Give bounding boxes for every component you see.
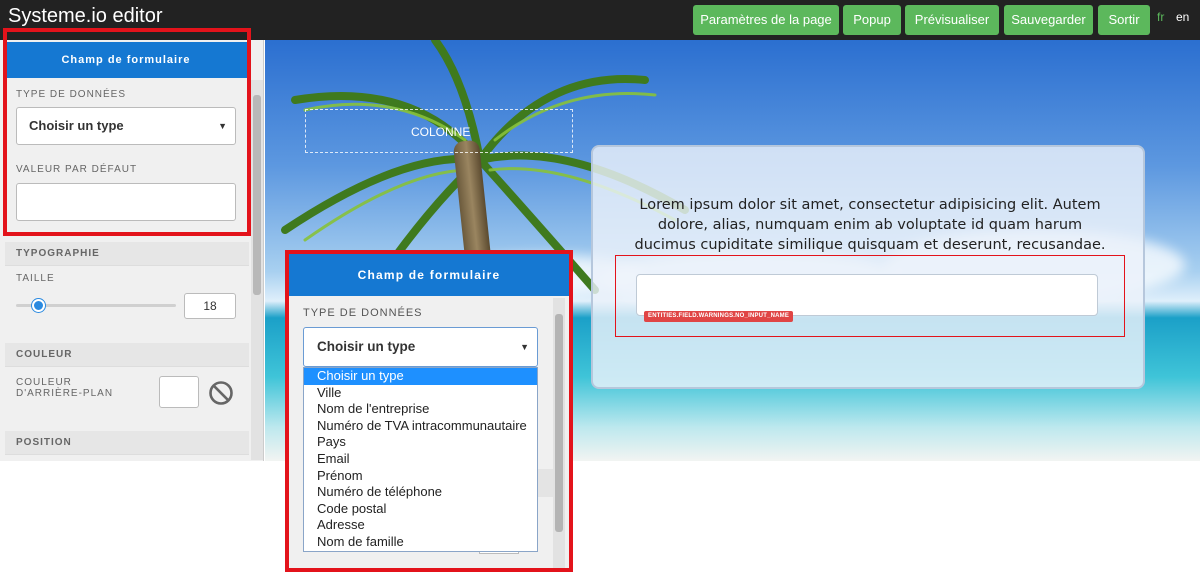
size-label: TAILLE bbox=[16, 273, 55, 284]
size-slider-handle[interactable] bbox=[32, 299, 45, 312]
no-color-icon[interactable] bbox=[208, 380, 234, 406]
lang-fr-link[interactable]: fr bbox=[1157, 10, 1164, 24]
save-button[interactable]: Sauvegarder bbox=[1004, 5, 1093, 35]
field-warning-badge: ENTITIES.FIELD.WARNINGS.NO_INPUT_NAME bbox=[644, 311, 794, 322]
page-settings-button[interactable]: Paramètres de la page bbox=[693, 5, 839, 35]
lang-en-link[interactable]: en bbox=[1176, 10, 1189, 24]
color-section[interactable]: COULEUR bbox=[5, 343, 249, 367]
form-field-highlight: ENTITIES.FIELD.WARNINGS.NO_INPUT_NAME bbox=[615, 255, 1125, 337]
highlight-frame-zoom bbox=[285, 250, 573, 572]
bg-color-swatch[interactable] bbox=[159, 376, 199, 408]
bg-color-label-line2: D'ARRIÈRE-PLAN bbox=[16, 388, 114, 399]
app-title: Systeme.io editor bbox=[8, 5, 163, 27]
column-placeholder[interactable]: COLONNE bbox=[305, 109, 573, 153]
exit-button[interactable]: Sortir bbox=[1098, 5, 1150, 35]
typography-section[interactable]: TYPOGRAPHIE bbox=[5, 242, 249, 266]
position-section[interactable]: POSITION bbox=[5, 431, 249, 455]
bg-color-label-line1: COULEUR bbox=[16, 377, 72, 388]
size-input[interactable]: 18 bbox=[184, 293, 236, 319]
popup-button[interactable]: Popup bbox=[843, 5, 901, 35]
form-content-box[interactable]: Lorem ipsum dolor sit amet, consectetur … bbox=[591, 145, 1145, 389]
lorem-text: Lorem ipsum dolor sit amet, consectetur … bbox=[634, 197, 1106, 253]
preview-button[interactable]: Prévisualiser bbox=[905, 5, 999, 35]
highlight-frame-sidebar bbox=[3, 28, 251, 236]
sidebar-scrollbar-thumb[interactable] bbox=[253, 95, 261, 295]
form-field-input[interactable] bbox=[636, 274, 1098, 316]
